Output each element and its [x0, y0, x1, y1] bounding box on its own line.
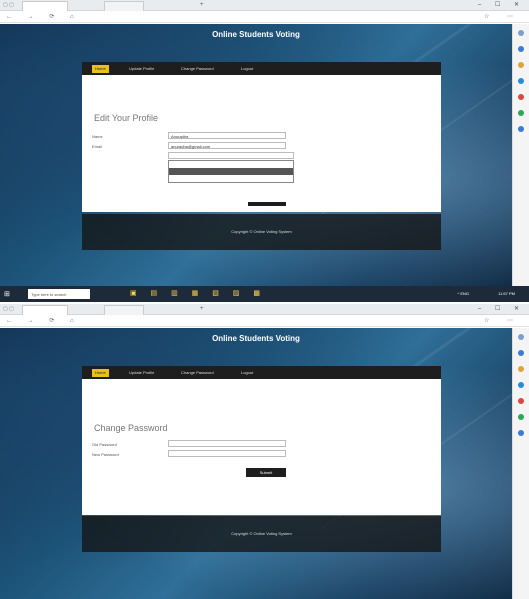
panel-title: Change Password [94, 423, 168, 433]
select-dropdown[interactable] [168, 160, 294, 183]
page-footer: Copyright © Online Voting System [82, 214, 441, 250]
screenshot-edit-profile: ▢ ▢ + – ☐ ✕ ← → ⟳ ⌂ ☆ ⋯ Online Students … [0, 0, 529, 302]
main-nav: Home Update Profile Change Password Logo… [82, 62, 441, 75]
sidebar-outlook-icon[interactable] [518, 78, 524, 84]
taskbar-clock[interactable]: 11:57 PM [498, 291, 515, 296]
nav-update-profile[interactable]: Update Profile [126, 65, 157, 73]
old-password-label: Old Password [92, 442, 117, 447]
browser-tab[interactable] [104, 305, 144, 315]
sidebar-office-icon[interactable] [518, 398, 524, 404]
dropdown-option-selected[interactable] [169, 168, 293, 175]
page-footer: Copyright © Online Voting System [82, 516, 441, 552]
nav-change-password[interactable]: Change Password [178, 369, 217, 377]
email-label: Email [92, 144, 103, 149]
sidebar-bookmark-icon[interactable] [518, 46, 524, 52]
windows-taskbar: ⊞ Type here to search ▣ ▤ ▥ ▦ ▧ ▨ ▩ ^ EN… [0, 286, 529, 302]
old-password-field[interactable] [168, 440, 286, 447]
browser-tab[interactable] [104, 1, 144, 11]
browser-sidebar [512, 328, 529, 599]
nav-home[interactable]: Home [92, 65, 109, 73]
sidebar-search-icon[interactable] [518, 30, 524, 36]
browser-tab-active[interactable] [22, 305, 68, 315]
sidebar-search-icon[interactable] [518, 334, 524, 340]
sidebar-tools-icon[interactable] [518, 62, 524, 68]
site-title: Online Students Voting [212, 30, 300, 39]
browser-tab-bar: ▢ ▢ + – ☐ ✕ [0, 0, 529, 11]
update-button[interactable] [248, 202, 286, 206]
pinned-tabs[interactable]: ▢ ▢ [3, 306, 17, 313]
sidebar-bookmark-icon[interactable] [518, 350, 524, 356]
url-field[interactable] [60, 318, 220, 324]
name-field[interactable]: Anuradha [168, 132, 286, 139]
password-panel: Change Password Old Password New Passwor… [82, 379, 441, 515]
new-tab-button[interactable]: + [200, 306, 204, 312]
sidebar-add-icon[interactable] [518, 430, 524, 436]
start-icon[interactable]: ⊞ [4, 290, 10, 298]
nav-logout[interactable]: Logout [238, 65, 256, 73]
site-title: Online Students Voting [212, 334, 300, 343]
sidebar-games-icon[interactable] [518, 110, 524, 116]
screenshot-change-password: ▢ ▢ + – ☐ ✕ ← → ⟳ ⌂ ☆ ⋯ Online Students … [0, 304, 529, 599]
nav-logout[interactable]: Logout [238, 369, 256, 377]
email-field[interactable]: anuradha@gmail.com [168, 142, 286, 149]
nav-change-password[interactable]: Change Password [178, 65, 217, 73]
browser-toolbar-icons[interactable]: ☆ ⋯ [484, 13, 521, 20]
browser-tab-bar: ▢ ▢ + – ☐ ✕ [0, 304, 529, 315]
address-bar: ← → ⟳ ⌂ ☆ ⋯ [0, 315, 529, 327]
nav-update-profile[interactable]: Update Profile [126, 369, 157, 377]
taskbar-app-icons[interactable]: ▣ ▤ ▥ ▦ ▧ ▨ ▩ [130, 289, 266, 297]
dropdown-option[interactable] [169, 175, 293, 182]
new-password-field[interactable] [168, 450, 286, 457]
new-tab-button[interactable]: + [200, 2, 204, 8]
panel-title: Edit Your Profile [94, 113, 159, 123]
url-field[interactable] [60, 14, 220, 20]
sidebar-add-icon[interactable] [518, 126, 524, 132]
sidebar-outlook-icon[interactable] [518, 382, 524, 388]
nav-home[interactable]: Home [92, 369, 109, 377]
address-bar: ← → ⟳ ⌂ ☆ ⋯ [0, 11, 529, 23]
browser-tab-active[interactable] [22, 1, 68, 11]
browser-toolbar-icons[interactable]: ☆ ⋯ [484, 317, 521, 324]
pinned-tabs[interactable]: ▢ ▢ [3, 2, 17, 9]
profile-panel: Edit Your Profile Name Anuradha Email an… [82, 75, 441, 212]
sidebar-tools-icon[interactable] [518, 366, 524, 372]
sidebar-games-icon[interactable] [518, 414, 524, 420]
new-password-label: New Password [92, 452, 119, 457]
sidebar-office-icon[interactable] [518, 94, 524, 100]
main-nav: Home Update Profile Change Password Logo… [82, 366, 441, 379]
name-label: Name [92, 134, 103, 139]
select-field[interactable] [168, 152, 294, 159]
dropdown-option[interactable] [169, 161, 293, 168]
taskbar-search-input[interactable]: Type here to search [28, 289, 90, 299]
system-tray[interactable]: ^ ENG [457, 291, 469, 296]
submit-button[interactable]: Submit [246, 468, 286, 477]
browser-sidebar [512, 24, 529, 286]
